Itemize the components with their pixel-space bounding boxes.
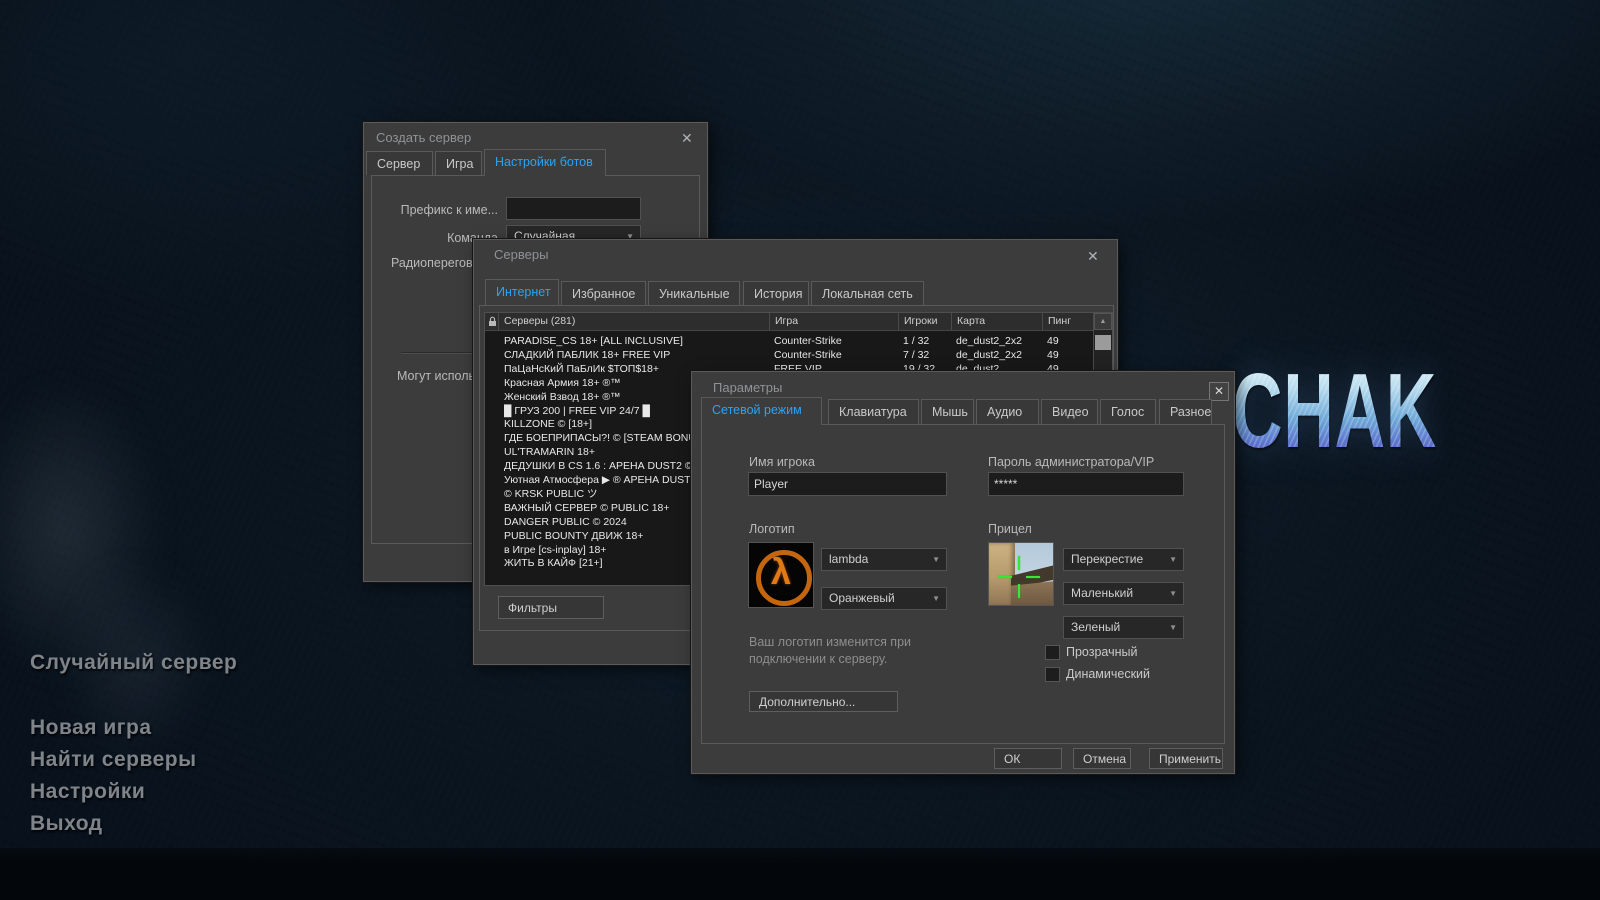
tab-mouse[interactable]: Мышь — [921, 399, 974, 424]
close-icon[interactable]: ✕ — [1087, 249, 1099, 263]
tab-server[interactable]: Сервер — [366, 151, 433, 175]
close-icon[interactable]: ✕ — [681, 131, 693, 145]
tab-bot-settings[interactable]: Настройки ботов — [484, 149, 606, 176]
menu-item-find-servers[interactable]: Найти серверы — [30, 748, 197, 772]
cancel-button[interactable]: Отмена — [1073, 748, 1131, 769]
tab-misc[interactable]: Разное — [1159, 399, 1212, 424]
apply-button[interactable]: Применить — [1149, 748, 1223, 769]
menu-item-exit[interactable]: Выход — [30, 812, 103, 836]
menu-item-settings[interactable]: Настройки — [30, 780, 145, 804]
dialog-title: Создать сервер — [376, 130, 471, 145]
tab-audio[interactable]: Аудио — [976, 399, 1039, 424]
close-icon[interactable]: ✕ — [1209, 382, 1229, 401]
tab-game[interactable]: Игра — [435, 151, 482, 175]
tab-unique[interactable]: Уникальные — [648, 281, 740, 305]
bottom-vignette — [0, 848, 1600, 900]
background-nickname-logo: CHAK — [1232, 358, 1437, 475]
tab-internet[interactable]: Интернет — [485, 279, 559, 305]
tab-keyboard[interactable]: Клавиатура — [828, 399, 919, 424]
tab-video[interactable]: Видео — [1041, 399, 1098, 424]
tab-network[interactable]: Сетевой режим — [701, 397, 822, 425]
dialog-title: Параметры — [713, 380, 782, 395]
menu-item-new-game[interactable]: Новая игра — [30, 716, 152, 740]
menu-item-random-server[interactable]: Случайный сервер — [30, 651, 237, 675]
ok-button[interactable]: ОК — [994, 748, 1062, 769]
tab-favorites[interactable]: Избранное — [561, 281, 646, 305]
options-dialog: Параметры ✕ Сетевой режим Клавиатура Мыш… — [691, 371, 1235, 774]
tab-history[interactable]: История — [743, 281, 809, 305]
tab-voice[interactable]: Голос — [1100, 399, 1156, 424]
tab-page-border — [701, 424, 1225, 744]
dialog-title: Серверы — [494, 247, 548, 262]
tab-lan[interactable]: Локальная сеть — [811, 281, 924, 305]
